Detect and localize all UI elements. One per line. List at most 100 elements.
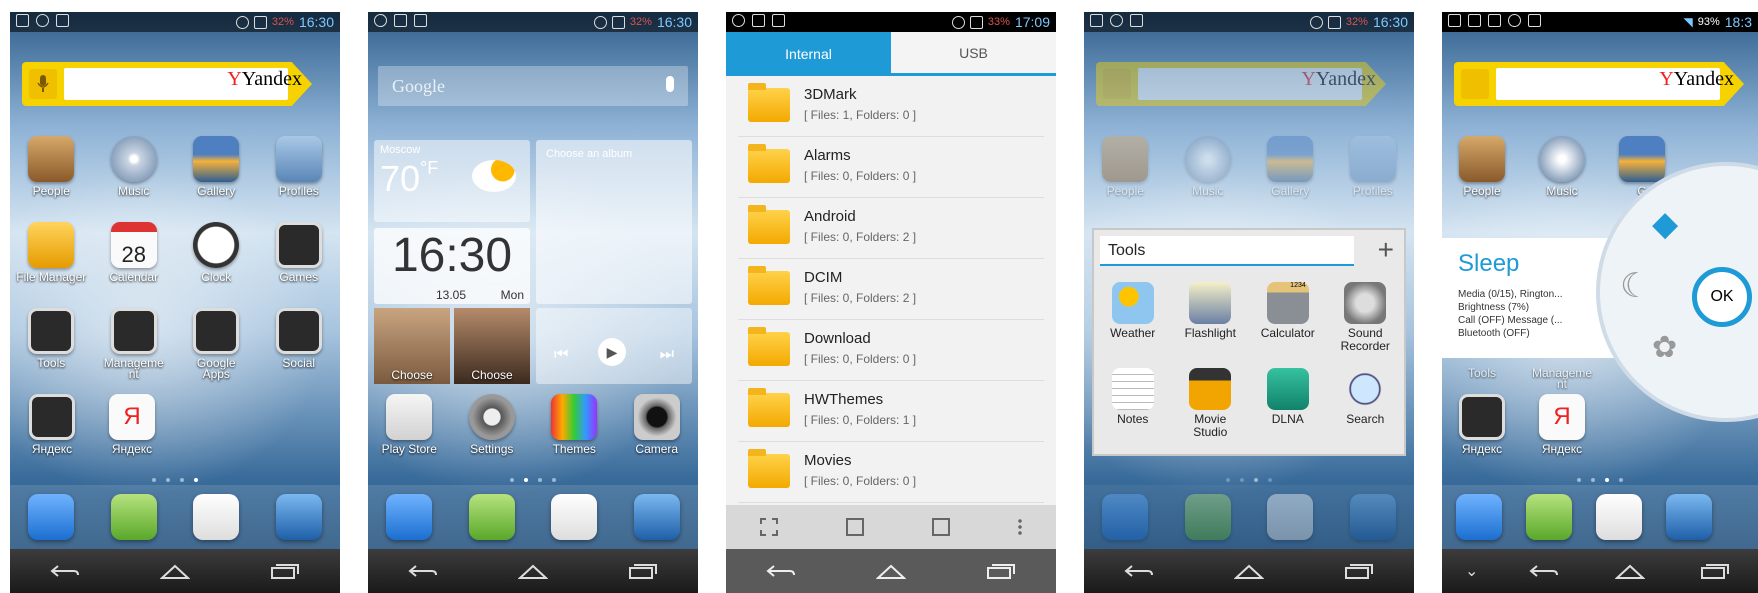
app-file-manager[interactable]: File Manager [11,222,91,284]
microphone-icon[interactable] [666,76,674,92]
app-flashlight[interactable]: Flashlight [1172,282,1250,368]
app-music[interactable]: Music [94,136,174,198]
back-icon[interactable] [1524,559,1564,583]
sleep-profile-icon[interactable]: ☾ [1620,266,1650,306]
home-icon[interactable] [1610,559,1650,583]
home-icon[interactable] [1229,559,1269,583]
mail-icon [56,14,69,27]
app-weather[interactable]: Weather [1094,282,1172,368]
recent-apps-icon[interactable] [1339,559,1379,583]
app-yandex-folder[interactable]: Яндекс [12,394,92,456]
back-icon[interactable] [403,559,443,583]
list-item[interactable]: Alarms[ Files: 0, Folders: 0 ] [738,137,1044,198]
email-icon[interactable] [1596,494,1642,540]
app-movie-studio[interactable]: Movie Studio [1172,368,1250,454]
list-item[interactable]: DCIM[ Files: 0, Folders: 2 ] [738,259,1044,320]
messaging-icon[interactable] [1526,494,1572,540]
recent-apps-icon[interactable] [265,559,305,583]
app-games[interactable]: Games [259,222,339,284]
clock-widget[interactable]: 16:30 13.05 Mon [374,228,530,304]
gallery-icon [16,14,29,27]
app-themes[interactable]: Themes [534,394,614,456]
app-gallery[interactable]: Gallery [176,136,256,198]
recent-apps-icon[interactable] [623,559,663,583]
list-item[interactable]: 3DMark[ Files: 1, Folders: 0 ] [738,76,1044,137]
app-camera[interactable]: Camera [617,394,697,456]
clock-date: 13.05 [436,288,467,302]
app-yandex-folder[interactable]: Яндекс [1442,394,1522,456]
list-item[interactable]: Android[ Files: 0, Folders: 2 ] [738,198,1044,259]
contact-widget-2[interactable]: Choose [454,308,530,384]
app-yandex[interactable]: Я Яндекс [92,394,172,456]
outdoor-profile-icon[interactable]: ◆ [1652,204,1678,244]
folder-title-input[interactable]: Tools [1100,236,1354,266]
app-dlna[interactable]: DLNA [1249,368,1327,454]
cut-icon[interactable] [846,518,864,536]
phone-icon[interactable] [28,494,75,540]
browser-icon[interactable] [633,494,680,540]
next-track-icon[interactable]: ⏭ [660,346,674,364]
phone-icon[interactable] [1456,494,1502,540]
home-icon[interactable] [155,559,195,583]
app-search[interactable]: Search [1327,368,1405,454]
mail-icon [1130,14,1143,27]
app-google-apps[interactable]: Google Apps [176,308,256,381]
email-icon[interactable] [193,494,240,540]
app-clock[interactable]: Clock [176,222,256,284]
tab-internal[interactable]: Internal [726,32,891,76]
grid-view-icon[interactable] [760,518,778,536]
yandex-search-widget[interactable]: YYandex [1454,62,1744,106]
home-icon[interactable] [871,559,911,583]
paste-icon[interactable] [932,518,950,536]
weather-widget[interactable]: Moscow 70°F [374,140,530,222]
app-profiles[interactable]: Profiles [259,136,339,198]
chevron-down-icon[interactable]: ⌄ [1465,559,1479,583]
messaging-icon[interactable] [468,494,515,540]
play-icon[interactable]: ▶ [598,338,626,366]
app-play-store[interactable]: Play Store [369,394,449,456]
app-people[interactable]: People [11,136,91,198]
app-calculator[interactable]: 1234 Calculator [1249,282,1327,368]
yandex-folder-icon [1459,394,1505,440]
phone-icon[interactable] [386,494,433,540]
app-management[interactable]: Manageme nt [94,308,174,381]
app-people[interactable]: People [1442,136,1522,198]
tab-usb[interactable]: USB [891,32,1056,76]
app-calendar[interactable]: 28 Calendar [94,222,174,284]
google-search-bar[interactable]: Google [378,66,688,106]
microphone-icon[interactable] [29,69,57,99]
email-icon[interactable] [551,494,598,540]
app-yandex[interactable]: Я Яндекс [1522,394,1602,456]
search-icon [1110,14,1123,27]
app-notes[interactable]: Notes [1094,368,1172,454]
back-icon[interactable] [45,559,85,583]
app-sound-recorder[interactable]: Sound Recorder [1327,282,1405,368]
browser-icon[interactable] [275,494,322,540]
home-icon[interactable] [513,559,553,583]
app-management[interactable]: Manageme nt [1522,364,1602,391]
recent-apps-icon[interactable] [981,559,1021,583]
messaging-icon[interactable] [110,494,157,540]
back-icon[interactable] [1119,559,1159,583]
browser-icon[interactable] [1666,494,1712,540]
list-item[interactable]: Download[ Files: 0, Folders: 0 ] [738,320,1044,381]
contact-widget-1[interactable]: Choose [374,308,450,384]
list-item[interactable]: Movies[ Files: 0, Folders: 0 ] [738,442,1044,503]
app-social[interactable]: Social [259,308,339,381]
microphone-icon[interactable] [1461,69,1489,99]
ok-button[interactable]: OK [1692,267,1752,327]
app-tools[interactable]: Tools [1442,364,1522,391]
add-icon[interactable]: + [1378,234,1394,266]
recent-apps-icon[interactable] [1695,559,1735,583]
list-item[interactable]: HWThemes[ Files: 0, Folders: 1 ] [738,381,1044,442]
app-settings[interactable]: Settings [452,394,532,456]
app-tools[interactable]: Tools [11,308,91,381]
back-icon[interactable] [761,559,801,583]
gallery-icon [1468,14,1481,27]
photo-album-widget[interactable]: Choose an album [536,140,692,304]
overflow-menu-icon[interactable] [1018,518,1022,536]
meeting-profile-icon[interactable]: ✿ [1652,330,1677,365]
app-music[interactable]: Music [1522,136,1602,198]
previous-track-icon[interactable]: ⏮ [554,346,568,364]
yandex-search-widget[interactable]: YYandex [22,62,312,106]
